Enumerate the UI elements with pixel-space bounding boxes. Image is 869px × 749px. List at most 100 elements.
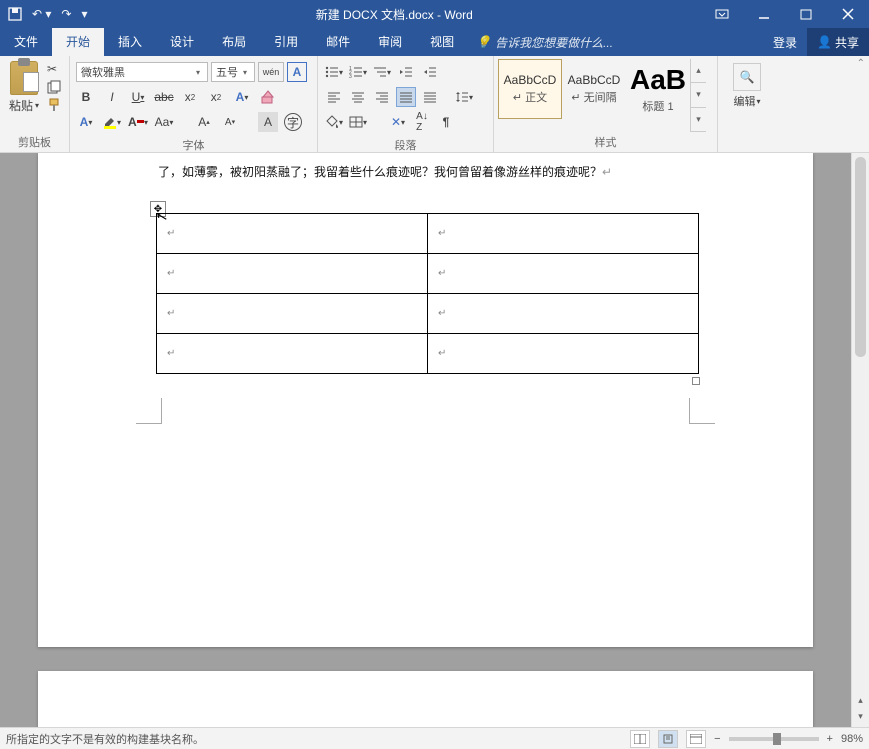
paragraph-text[interactable]: 了，如薄雾，被初阳蒸融了；我留着些什么痕迹呢？我何曾留着像游丝样的痕迹呢？↵ bbox=[38, 153, 813, 181]
highlight-icon[interactable]: ▾ bbox=[102, 112, 122, 132]
scroll-up-icon[interactable]: ▴ bbox=[852, 695, 869, 711]
subscript-button[interactable]: x2 bbox=[180, 87, 200, 107]
superscript-button[interactable]: x2 bbox=[206, 87, 226, 107]
read-mode-icon[interactable] bbox=[630, 730, 650, 748]
clear-formatting-icon[interactable] bbox=[258, 87, 278, 107]
bullets-icon[interactable]: ▾ bbox=[324, 62, 344, 82]
login-link[interactable]: 登录 bbox=[763, 34, 807, 51]
phonetic-guide-icon[interactable]: wén bbox=[258, 62, 284, 82]
styles-scrollbar[interactable]: ▴ ▾ ▾ bbox=[690, 59, 706, 132]
tab-home[interactable]: 开始 bbox=[52, 28, 104, 56]
tab-layout[interactable]: 布局 bbox=[208, 28, 260, 56]
tell-me-box[interactable]: 💡 告诉我您想要做什么... bbox=[468, 34, 763, 51]
underline-button[interactable]: U▾ bbox=[128, 87, 148, 107]
bold-button[interactable]: B bbox=[76, 87, 96, 107]
document-canvas[interactable]: 了，如薄雾，被初阳蒸融了；我留着些什么痕迹呢？我何曾留着像游丝样的痕迹呢？↵ ✥… bbox=[0, 153, 851, 727]
find-icon[interactable]: 🔍 bbox=[733, 63, 761, 91]
strikethrough-button[interactable]: abc bbox=[154, 87, 174, 107]
char-spacing-icon[interactable]: Aa▾ bbox=[154, 112, 174, 132]
style-normal[interactable]: AaBbCcD ↵ 正文 bbox=[498, 59, 562, 119]
table-cell[interactable]: ↵ bbox=[157, 254, 428, 294]
table-cell[interactable]: ↵ bbox=[157, 214, 428, 254]
zoom-thumb[interactable] bbox=[773, 733, 781, 745]
shading-icon[interactable]: ▾ bbox=[324, 112, 344, 132]
table-cell[interactable]: ↵ bbox=[428, 334, 699, 374]
style-heading1[interactable]: AaB 标题 1 bbox=[626, 59, 690, 119]
document-table[interactable]: ↵↵ ↵↵ ↵↵ ↵↵ bbox=[156, 213, 699, 374]
line-spacing-icon[interactable]: ▾ bbox=[454, 87, 474, 107]
table-cell[interactable]: ↵ bbox=[428, 294, 699, 334]
tab-insert[interactable]: 插入 bbox=[104, 28, 156, 56]
italic-button[interactable]: I bbox=[102, 87, 122, 107]
copy-icon[interactable] bbox=[47, 80, 61, 94]
minimize-icon[interactable] bbox=[743, 0, 785, 28]
styles-expand-icon[interactable]: ▾ bbox=[691, 108, 706, 132]
char-shading-icon[interactable]: A bbox=[258, 112, 278, 132]
text-effects-A-icon[interactable]: A▾ bbox=[76, 112, 96, 132]
grow-font-icon[interactable]: A▴ bbox=[194, 112, 214, 132]
decrease-indent-icon[interactable] bbox=[396, 62, 416, 82]
table-row[interactable]: ↵↵ bbox=[157, 254, 699, 294]
vertical-scrollbar[interactable]: ▴ ▾ bbox=[851, 153, 869, 727]
tab-review[interactable]: 审阅 bbox=[364, 28, 416, 56]
qat-customize-icon[interactable]: ▾ bbox=[81, 7, 87, 21]
enclose-char-icon[interactable]: 字 bbox=[284, 113, 302, 131]
char-border-icon[interactable]: A bbox=[287, 62, 307, 82]
save-icon[interactable] bbox=[8, 7, 22, 21]
multilevel-list-icon[interactable]: ▾ bbox=[372, 62, 392, 82]
ribbon-options-icon[interactable] bbox=[701, 0, 743, 28]
align-right-icon[interactable] bbox=[372, 87, 392, 107]
cut-icon[interactable]: ✂ bbox=[47, 62, 61, 76]
font-name-combo[interactable]: 微软雅黑▾ bbox=[76, 62, 208, 82]
page-2[interactable]: ↵ bbox=[38, 671, 813, 727]
text-effects-icon[interactable]: A▾ bbox=[232, 87, 252, 107]
zoom-label[interactable]: 98% bbox=[841, 733, 863, 745]
table-cell[interactable]: ↵ bbox=[428, 214, 699, 254]
editing-label[interactable]: 编辑▾ bbox=[733, 93, 760, 109]
table-resize-handle-icon[interactable] bbox=[692, 377, 700, 385]
table-row[interactable]: ↵↵ bbox=[157, 294, 699, 334]
numbering-icon[interactable]: 123▾ bbox=[348, 62, 368, 82]
paste-button[interactable]: 粘贴▾ bbox=[4, 59, 44, 132]
increase-indent-icon[interactable] bbox=[420, 62, 440, 82]
show-marks-icon[interactable]: ¶ bbox=[436, 112, 456, 132]
scroll-down-icon[interactable]: ▾ bbox=[852, 711, 869, 727]
font-color-icon[interactable]: A▾ bbox=[128, 112, 148, 132]
table-cell[interactable]: ↵ bbox=[428, 254, 699, 294]
close-icon[interactable] bbox=[827, 0, 869, 28]
zoom-in-icon[interactable]: + bbox=[827, 733, 833, 745]
collapse-ribbon-icon[interactable]: ⌃ bbox=[857, 58, 865, 69]
scroll-down-icon[interactable]: ▾ bbox=[691, 83, 706, 107]
redo-icon[interactable]: ↷ bbox=[61, 7, 71, 21]
tab-view[interactable]: 视图 bbox=[416, 28, 468, 56]
align-distributed-icon[interactable] bbox=[420, 87, 440, 107]
borders-icon[interactable]: ▾ bbox=[348, 112, 368, 132]
scrollbar-thumb[interactable] bbox=[855, 157, 866, 357]
zoom-slider[interactable] bbox=[729, 737, 819, 741]
share-button[interactable]: 👤 共享 bbox=[807, 28, 869, 56]
undo-icon[interactable]: ↶ ▾ bbox=[32, 7, 51, 21]
align-left-icon[interactable] bbox=[324, 87, 344, 107]
sort-icon[interactable]: A↓Z bbox=[412, 112, 432, 132]
align-justify-icon[interactable] bbox=[396, 87, 416, 107]
style-nospacing[interactable]: AaBbCcD ↵ 无间隔 bbox=[562, 59, 626, 119]
zoom-out-icon[interactable]: − bbox=[714, 733, 720, 745]
asian-layout-icon[interactable]: ✕▾ bbox=[388, 112, 408, 132]
tab-file[interactable]: 文件 bbox=[0, 28, 52, 56]
font-size-combo[interactable]: 五号▾ bbox=[211, 62, 255, 82]
tab-design[interactable]: 设计 bbox=[156, 28, 208, 56]
align-center-icon[interactable] bbox=[348, 87, 368, 107]
table-cell[interactable]: ↵ bbox=[157, 334, 428, 374]
tab-mail[interactable]: 邮件 bbox=[312, 28, 364, 56]
tab-references[interactable]: 引用 bbox=[260, 28, 312, 56]
table-row[interactable]: ↵↵ bbox=[157, 334, 699, 374]
table-row[interactable]: ↵↵ bbox=[157, 214, 699, 254]
print-layout-icon[interactable] bbox=[658, 730, 678, 748]
table-cell[interactable]: ↵ bbox=[157, 294, 428, 334]
maximize-icon[interactable] bbox=[785, 0, 827, 28]
scroll-up-icon[interactable]: ▴ bbox=[691, 59, 706, 83]
format-painter-icon[interactable] bbox=[47, 98, 61, 112]
web-layout-icon[interactable] bbox=[686, 730, 706, 748]
page-1[interactable]: 了，如薄雾，被初阳蒸融了；我留着些什么痕迹呢？我何曾留着像游丝样的痕迹呢？↵ ✥… bbox=[38, 153, 813, 647]
shrink-font-icon[interactable]: A▾ bbox=[220, 112, 240, 132]
